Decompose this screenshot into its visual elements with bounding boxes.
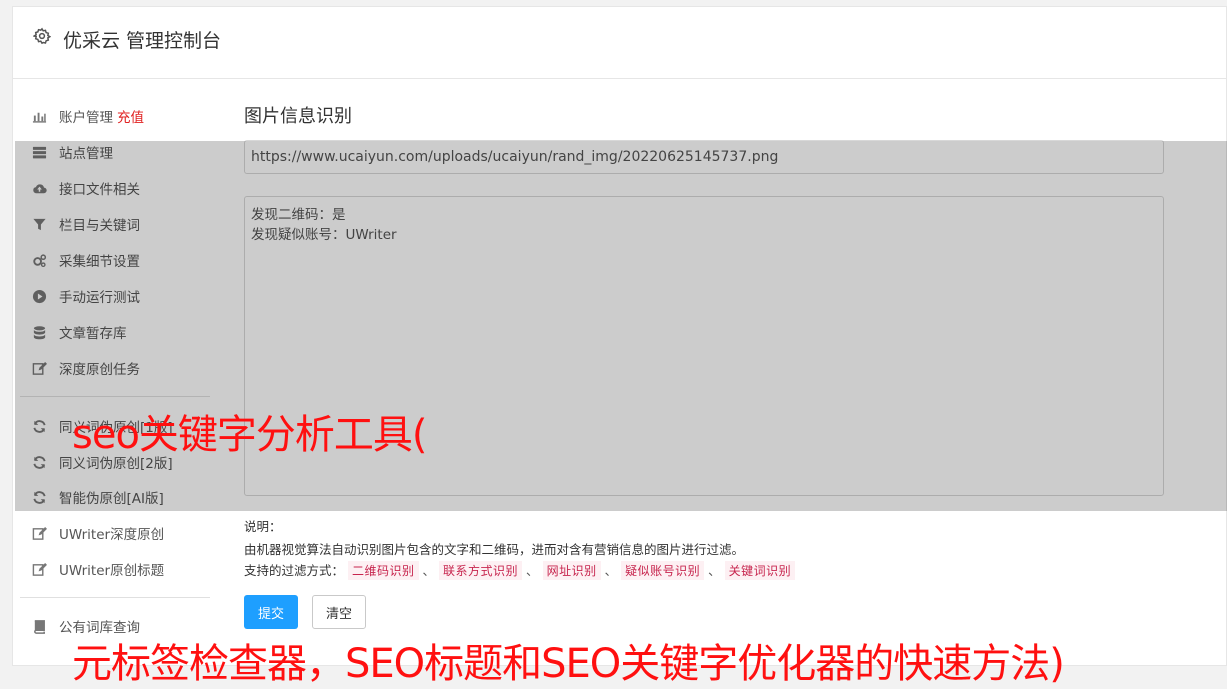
refresh-icon: [30, 488, 48, 506]
sidebar-item-ai-rewrite[interactable]: 智能伪原创[AI版]: [30, 486, 164, 508]
sidebar-item-label: 栏目与关键词: [59, 218, 140, 234]
sidebar-item-article-store[interactable]: 文章暂存库: [30, 321, 127, 343]
sidebar-divider: [20, 597, 210, 598]
bar-chart-icon: [30, 107, 48, 125]
filter-tag-keyword: 关键词识别: [724, 561, 796, 580]
edit-icon: [30, 524, 48, 542]
sidebar-item-label: 站点管理: [59, 146, 113, 162]
header: 优采云 管理控制台: [13, 7, 1226, 79]
recharge-link[interactable]: 充值: [117, 106, 144, 126]
image-url-input[interactable]: [244, 140, 1164, 174]
edit-icon: [30, 359, 48, 377]
watermark-line-2: 元标签检查器，SEO标题和SEO关键字优化器的快速方法): [72, 641, 1065, 687]
tag-separator: 、: [526, 563, 539, 578]
cloud-upload-icon: [30, 179, 48, 197]
sidebar-item-label: 手动运行测试: [59, 290, 140, 306]
result-line-account: 发现疑似账号：UWriter: [251, 227, 397, 243]
sidebar-item-label: 采集细节设置: [59, 254, 140, 270]
help-text: 由机器视觉算法自动识别图片包含的文字和二维码，进而对含有营销信息的图片进行过滤。: [244, 542, 745, 557]
sidebar-item-interface[interactable]: 接口文件相关: [30, 177, 140, 199]
gear-icon: [32, 27, 52, 45]
gears-icon: [30, 251, 48, 269]
submit-button[interactable]: 提交: [244, 595, 298, 629]
sidebar-item-label: UWriter原创标题: [59, 563, 165, 579]
filter-icon: [30, 215, 48, 233]
sidebar-item-collect-settings[interactable]: 采集细节设置: [30, 249, 140, 271]
filter-methods: 支持的过滤方式： 二维码识别、联系方式识别、网址识别、疑似账号识别、关键词识别: [244, 560, 796, 580]
sidebar-item-label: 账户管理: [59, 110, 113, 126]
filter-tag-contact: 联系方式识别: [439, 561, 523, 580]
server-icon: [30, 143, 48, 161]
refresh-icon: [30, 417, 48, 435]
tag-separator: 、: [708, 563, 721, 578]
book-icon: [30, 617, 48, 635]
tag-separator: 、: [604, 563, 618, 578]
sidebar-item-deep-original[interactable]: 深度原创任务: [30, 357, 140, 379]
app-title: 优采云 管理控制台: [63, 30, 222, 52]
sidebar-item-sites[interactable]: 站点管理: [30, 141, 113, 163]
sidebar-item-label: 文章暂存库: [59, 326, 127, 342]
filter-label: 支持的过滤方式：: [244, 563, 345, 578]
sidebar-item-uwriter-deep[interactable]: UWriter深度原创: [30, 522, 164, 544]
refresh-icon: [30, 453, 48, 471]
sidebar-item-label: UWriter深度原创: [59, 527, 165, 543]
page-title: 图片信息识别: [244, 106, 352, 127]
clear-button[interactable]: 清空: [312, 595, 366, 629]
sidebar-item-label: 接口文件相关: [59, 182, 140, 198]
sidebar-item-label: 智能伪原创[AI版]: [59, 491, 164, 507]
filter-tag-account: 疑似账号识别: [621, 561, 705, 580]
edit-icon: [30, 560, 48, 578]
sidebar-item-keywords[interactable]: 栏目与关键词: [30, 213, 140, 235]
filter-tag-url: 网址识别: [542, 561, 601, 580]
sidebar-divider: [20, 396, 210, 397]
play-circle-icon: [30, 287, 48, 305]
sidebar-item-account[interactable]: 账户管理 充值: [30, 105, 144, 127]
filter-tag-qrcode: 二维码识别: [348, 561, 419, 580]
tag-separator: 、: [422, 563, 436, 578]
sidebar-item-uwriter-title[interactable]: UWriter原创标题: [30, 558, 164, 580]
help-label: 说明：: [244, 519, 282, 534]
sidebar-item-label: 深度原创任务: [59, 362, 140, 378]
watermark-line-1: seo关键字分析工具(: [72, 412, 428, 458]
result-line-qrcode: 发现二维码：是: [251, 207, 346, 223]
sidebar-item-manual-test[interactable]: 手动运行测试: [30, 285, 140, 307]
database-icon: [30, 323, 48, 341]
